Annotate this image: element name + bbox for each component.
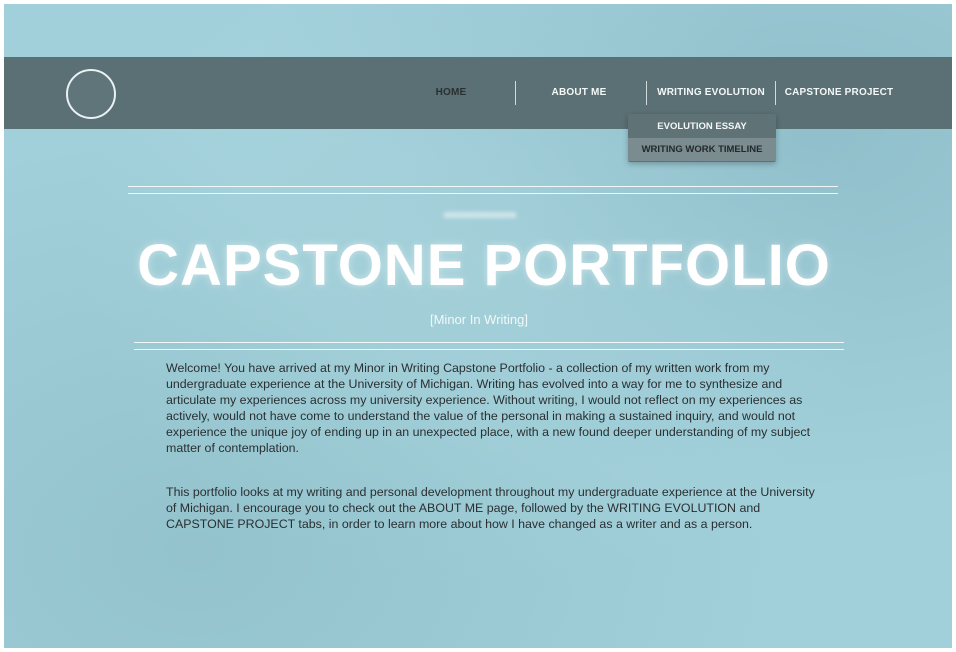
nav-about-me[interactable]: ABOUT ME [534, 57, 624, 129]
page-title: CAPSTONE PORTFOLIO [137, 233, 831, 298]
portfolio-paragraph: This portfolio looks at my writing and p… [166, 485, 815, 531]
dropdown-item-writing-work-timeline[interactable]: WRITING WORK TIMELINE [628, 138, 776, 161]
bottom-divider [134, 342, 844, 343]
page-background: HOME ABOUT ME WRITING EVOLUTION CAPSTONE… [4, 4, 952, 648]
logo-circle[interactable] [66, 69, 116, 119]
nav-separator [775, 81, 776, 105]
page-subtitle: [Minor In Writing] [429, 312, 528, 327]
top-divider [128, 186, 838, 187]
dropdown-item-evolution-essay[interactable]: EVOLUTION ESSAY [628, 115, 776, 138]
nav-home[interactable]: HOME [416, 57, 486, 129]
intro-paragraph: Welcome! You have arrived at my Minor in… [166, 361, 811, 455]
bottom-divider [134, 349, 844, 350]
top-divider [128, 193, 838, 194]
navbar: HOME ABOUT ME WRITING EVOLUTION CAPSTONE… [4, 57, 952, 129]
nav-separator [515, 81, 516, 105]
nav-separator [646, 81, 647, 105]
writing-evolution-dropdown: EVOLUTION ESSAY WRITING WORK TIMELINE [628, 114, 776, 162]
nav-capstone-project[interactable]: CAPSTONE PROJECT [780, 57, 898, 129]
author-name-blurred: ■■■■■■■■■■■■ [443, 210, 517, 221]
